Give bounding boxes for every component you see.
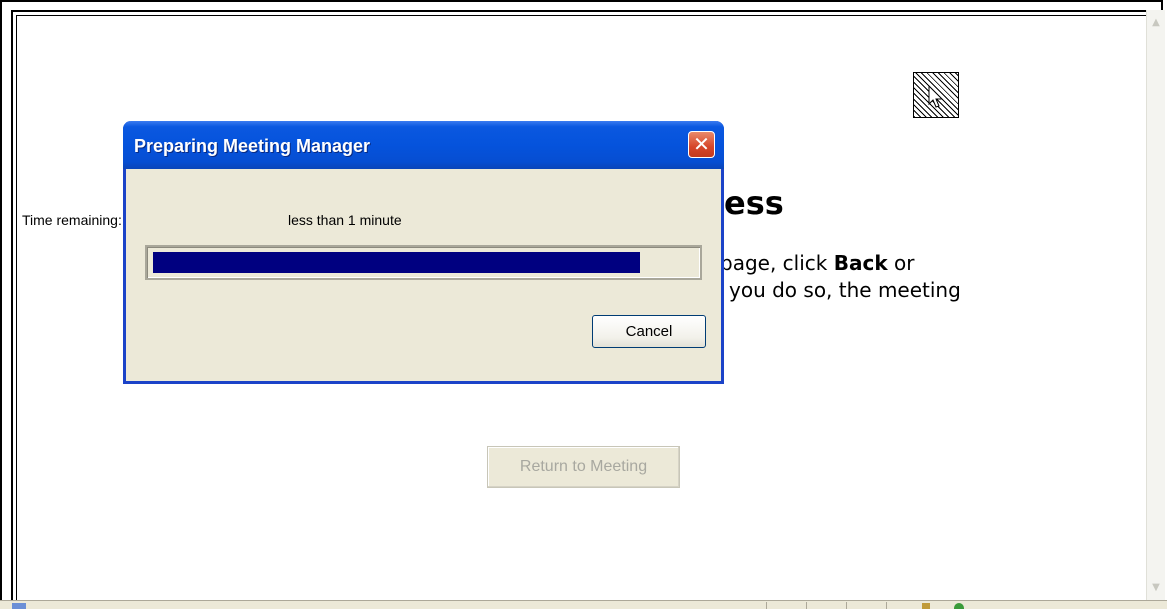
progress-bar — [145, 245, 702, 280]
arrow-cursor-icon — [928, 85, 944, 108]
page-heading-fragment: ess — [724, 184, 784, 222]
status-bar — [0, 600, 1167, 609]
lock-icon — [922, 603, 930, 609]
time-remaining-label: Time remaining: — [22, 212, 122, 228]
instruction-line-1-prefix: page, click — [720, 251, 834, 275]
status-separator — [846, 602, 847, 609]
dialog-title: Preparing Meeting Manager — [134, 136, 371, 156]
page-status-icon — [12, 603, 26, 609]
progress-bar-fill — [153, 252, 640, 273]
time-remaining-value: less than 1 minute — [288, 212, 402, 228]
back-keyword: Back — [833, 251, 888, 275]
return-to-meeting-button[interactable]: Return to Meeting — [487, 446, 680, 488]
status-separator — [806, 602, 807, 609]
scroll-up-icon[interactable]: ▲ — [1147, 14, 1165, 32]
instruction-line-2: you do so, the meeting — [729, 278, 961, 302]
status-separator — [766, 602, 767, 609]
dialog-titlebar[interactable]: Preparing Meeting Manager ✕ — [123, 121, 724, 169]
close-icon[interactable]: ✕ — [688, 131, 715, 158]
scroll-down-icon[interactable]: ▼ — [1147, 579, 1165, 597]
internet-zone-icon — [954, 603, 964, 609]
status-separator — [886, 602, 887, 609]
busy-cursor-icon — [913, 72, 959, 118]
instruction-line-1: page, click Back or — [720, 251, 914, 275]
cancel-button[interactable]: Cancel — [592, 315, 706, 348]
instruction-line-1-suffix: or — [887, 251, 915, 275]
vertical-scrollbar[interactable]: ▲ ▼ — [1146, 10, 1165, 601]
